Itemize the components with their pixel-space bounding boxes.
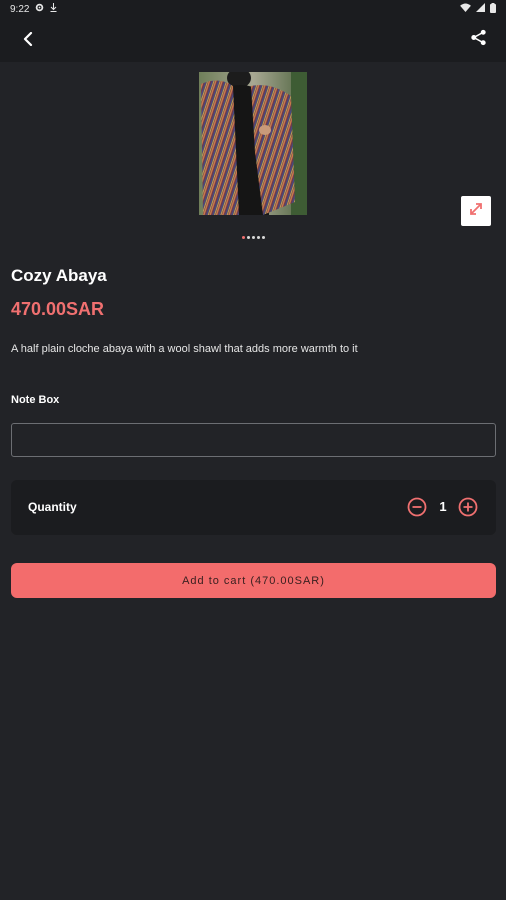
status-right [460,2,496,16]
note-box-input[interactable] [11,423,496,457]
expand-arrows-icon [469,202,483,221]
product-title: Cozy Abaya [11,266,107,285]
chevron-left-icon [22,31,34,51]
back-button[interactable] [16,30,40,52]
note-box-label: Note Box [11,394,60,406]
image-pager-dots [0,236,506,240]
plus-circle-icon [458,497,478,521]
product-image[interactable] [199,72,307,215]
pager-dot[interactable] [261,236,265,239]
quantity-value: 1 [439,499,447,514]
quantity-card: Quantity 1 [11,480,496,535]
pager-dot[interactable] [241,236,245,239]
status-time: 9:22 [10,3,30,15]
signal-icon [476,3,485,15]
pager-dot[interactable] [246,236,250,239]
app-bar [0,18,506,62]
status-bar: 9:22 [0,0,506,18]
battery-icon [490,2,496,16]
share-button[interactable] [466,28,490,52]
expand-image-button[interactable] [461,196,491,226]
product-description: A half plain cloche abaya with a wool sh… [11,343,358,355]
wifi-icon [460,3,471,15]
status-left: 9:22 [10,3,57,15]
settings-icon [35,3,44,15]
download-icon [50,3,57,15]
minus-circle-icon [407,497,427,521]
decrease-quantity-button[interactable] [407,497,427,517]
add-to-cart-button[interactable]: Add to cart (470.00SAR) [11,563,496,598]
product-price: 470.00SAR [11,299,105,319]
increase-quantity-button[interactable] [458,497,478,517]
product-photo [199,72,307,215]
pager-dot[interactable] [251,236,255,239]
pager-dot[interactable] [256,236,260,239]
share-icon [470,29,487,51]
quantity-label: Quantity [28,500,77,514]
